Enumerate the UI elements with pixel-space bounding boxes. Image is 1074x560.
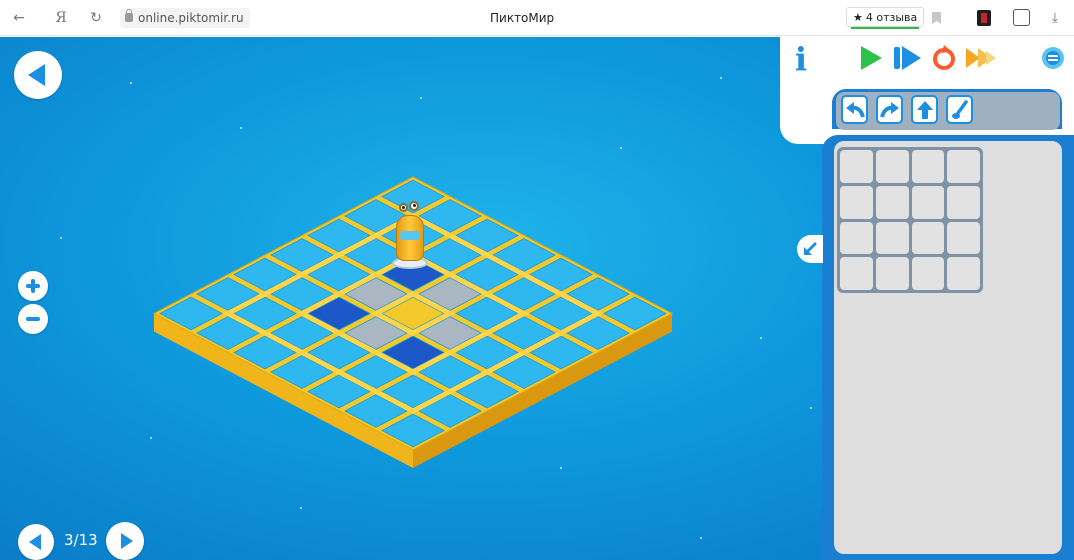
program-slot[interactable] (947, 221, 980, 255)
reviews-label: 4 отзыва (865, 10, 918, 24)
program-grid[interactable] (837, 147, 983, 293)
reset-icon[interactable] (931, 45, 957, 71)
play-icon[interactable] (858, 45, 884, 71)
back-icon[interactable]: ← (10, 9, 28, 27)
lock-icon (125, 9, 133, 22)
address-bar[interactable]: online.piktomir.ru (120, 8, 250, 28)
fast-forward-icon[interactable] (964, 45, 998, 71)
game-board[interactable] (0, 37, 780, 560)
reviews-badge[interactable]: ★ 4 отзыва (846, 7, 925, 29)
program-slot[interactable] (840, 150, 873, 183)
info-icon[interactable]: i (793, 43, 809, 75)
turn-right-command[interactable] (876, 95, 903, 124)
program-slot[interactable] (911, 150, 945, 183)
program-slot[interactable] (911, 257, 945, 290)
translate-icon[interactable] (1013, 9, 1030, 26)
program-slot[interactable] (947, 257, 980, 290)
game-area: 3/13 i (0, 37, 1074, 560)
program-slot[interactable] (840, 221, 873, 255)
program-slot[interactable] (875, 150, 909, 183)
forward-command[interactable] (911, 95, 938, 124)
program-slot[interactable] (875, 185, 909, 219)
program-slot[interactable] (947, 185, 980, 219)
download-icon[interactable]: ⤓ (1046, 9, 1064, 27)
star-icon: ★ (853, 10, 863, 24)
program-slot[interactable] (840, 185, 873, 219)
turn-left-command[interactable] (841, 95, 868, 124)
program-slot[interactable] (840, 257, 873, 290)
turn-left-icon (845, 101, 865, 118)
paint-command[interactable] (946, 95, 973, 124)
bookmark-icon[interactable] (932, 12, 941, 24)
extension-icon[interactable] (977, 10, 991, 26)
program-slot[interactable] (875, 221, 909, 255)
paint-icon (951, 99, 968, 119)
browser-toolbar: ← Я ↻ online.piktomir.ru ПиктоМир ★ 4 от… (0, 0, 1074, 36)
address-text: online.piktomir.ru (138, 11, 244, 25)
step-icon[interactable] (893, 45, 923, 71)
robot (388, 197, 432, 269)
program-slot[interactable] (875, 257, 909, 290)
page-title: ПиктоМир (490, 11, 555, 25)
star-decoration (810, 407, 812, 409)
program-slot[interactable] (911, 221, 945, 255)
settings-icon[interactable] (1040, 45, 1066, 71)
yandex-icon[interactable]: Я (52, 9, 70, 27)
reload-icon[interactable]: ↻ (87, 9, 105, 27)
program-slot[interactable] (947, 150, 980, 183)
arrow-diagonal-icon (804, 242, 817, 255)
collapse-panel-button[interactable] (797, 235, 823, 263)
turn-right-icon (879, 101, 899, 118)
forward-icon (916, 100, 933, 119)
program-slot[interactable] (911, 185, 945, 219)
